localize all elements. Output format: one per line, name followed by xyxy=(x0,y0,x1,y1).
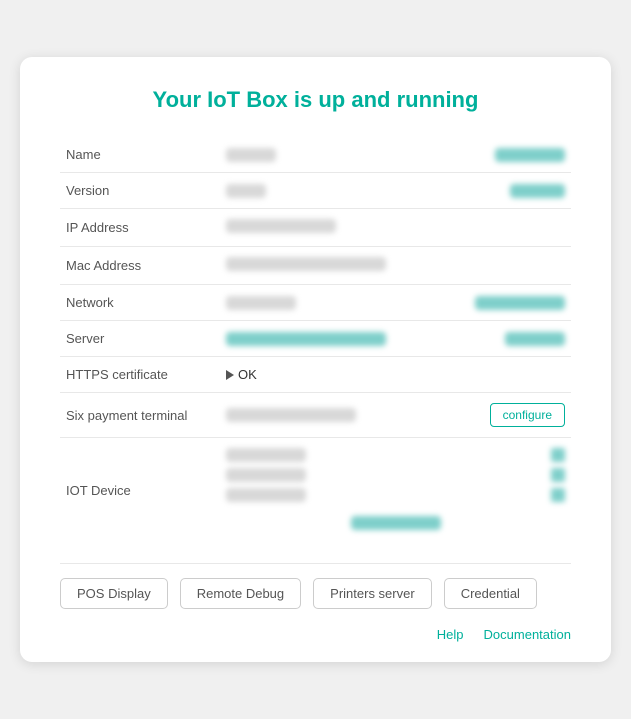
ip-address-row: IP Address xyxy=(60,209,571,247)
network-label: Network xyxy=(60,285,220,321)
server-value xyxy=(220,321,571,357)
mac-address-value xyxy=(220,247,571,285)
iot-item-1-icon xyxy=(551,448,565,462)
ip-address-value xyxy=(220,209,571,247)
iot-item-3 xyxy=(226,488,565,502)
six-payment-label: Six payment terminal xyxy=(60,393,220,438)
mac-address-blurred xyxy=(226,257,386,271)
main-card: Your IoT Box is up and running Name Vers… xyxy=(20,57,611,662)
https-row: HTTPS certificate OK xyxy=(60,357,571,393)
iot-item-2-icon xyxy=(551,468,565,482)
version-value xyxy=(220,173,571,209)
version-label: Version xyxy=(60,173,220,209)
iot-item-2 xyxy=(226,468,565,482)
server-action-blurred xyxy=(505,332,565,346)
footer-buttons: POS Display Remote Debug Printers server… xyxy=(60,563,571,609)
iot-device-label: IOT Device xyxy=(60,438,220,544)
server-label: Server xyxy=(60,321,220,357)
iot-item-3-icon xyxy=(551,488,565,502)
iot-item-1 xyxy=(226,448,565,462)
network-value xyxy=(220,285,571,321)
six-payment-row: Six payment terminal configure xyxy=(60,393,571,438)
version-row: Version xyxy=(60,173,571,209)
version-blurred xyxy=(226,184,266,198)
name-action-blurred xyxy=(495,148,565,162)
https-value: OK xyxy=(220,357,571,393)
version-action-blurred xyxy=(510,184,565,198)
info-table: Name Version IP Address xyxy=(60,137,571,543)
iot-device-row: IOT Device xyxy=(60,438,571,544)
name-row: Name xyxy=(60,137,571,173)
mac-address-label: Mac Address xyxy=(60,247,220,285)
configure-button[interactable]: configure xyxy=(490,403,565,427)
https-label: HTTPS certificate xyxy=(60,357,220,393)
name-value xyxy=(220,137,571,173)
page-title: Your IoT Box is up and running xyxy=(60,87,571,113)
footer-links: Help Documentation xyxy=(60,621,571,642)
credential-button[interactable]: Credential xyxy=(444,578,537,609)
server-row: Server xyxy=(60,321,571,357)
iot-item-3-blurred xyxy=(226,488,306,502)
network-blurred xyxy=(226,296,296,310)
network-row: Network xyxy=(60,285,571,321)
six-payment-blurred xyxy=(226,408,356,422)
printers-server-button[interactable]: Printers server xyxy=(313,578,432,609)
ip-address-label: IP Address xyxy=(60,209,220,247)
pos-display-button[interactable]: POS Display xyxy=(60,578,168,609)
name-blurred xyxy=(226,148,276,162)
server-blurred xyxy=(226,332,386,346)
iot-action-blurred xyxy=(351,516,441,530)
triangle-icon xyxy=(226,370,234,380)
six-payment-value: configure xyxy=(220,393,571,438)
iot-action-area xyxy=(226,516,565,533)
iot-item-1-blurred xyxy=(226,448,306,462)
documentation-link[interactable]: Documentation xyxy=(484,627,571,642)
name-label: Name xyxy=(60,137,220,173)
https-status: OK xyxy=(238,367,257,382)
ip-address-blurred xyxy=(226,219,336,233)
network-action-blurred xyxy=(475,296,565,310)
remote-debug-button[interactable]: Remote Debug xyxy=(180,578,301,609)
help-link[interactable]: Help xyxy=(437,627,464,642)
iot-item-2-blurred xyxy=(226,468,306,482)
mac-address-row: Mac Address xyxy=(60,247,571,285)
iot-device-value xyxy=(220,438,571,544)
